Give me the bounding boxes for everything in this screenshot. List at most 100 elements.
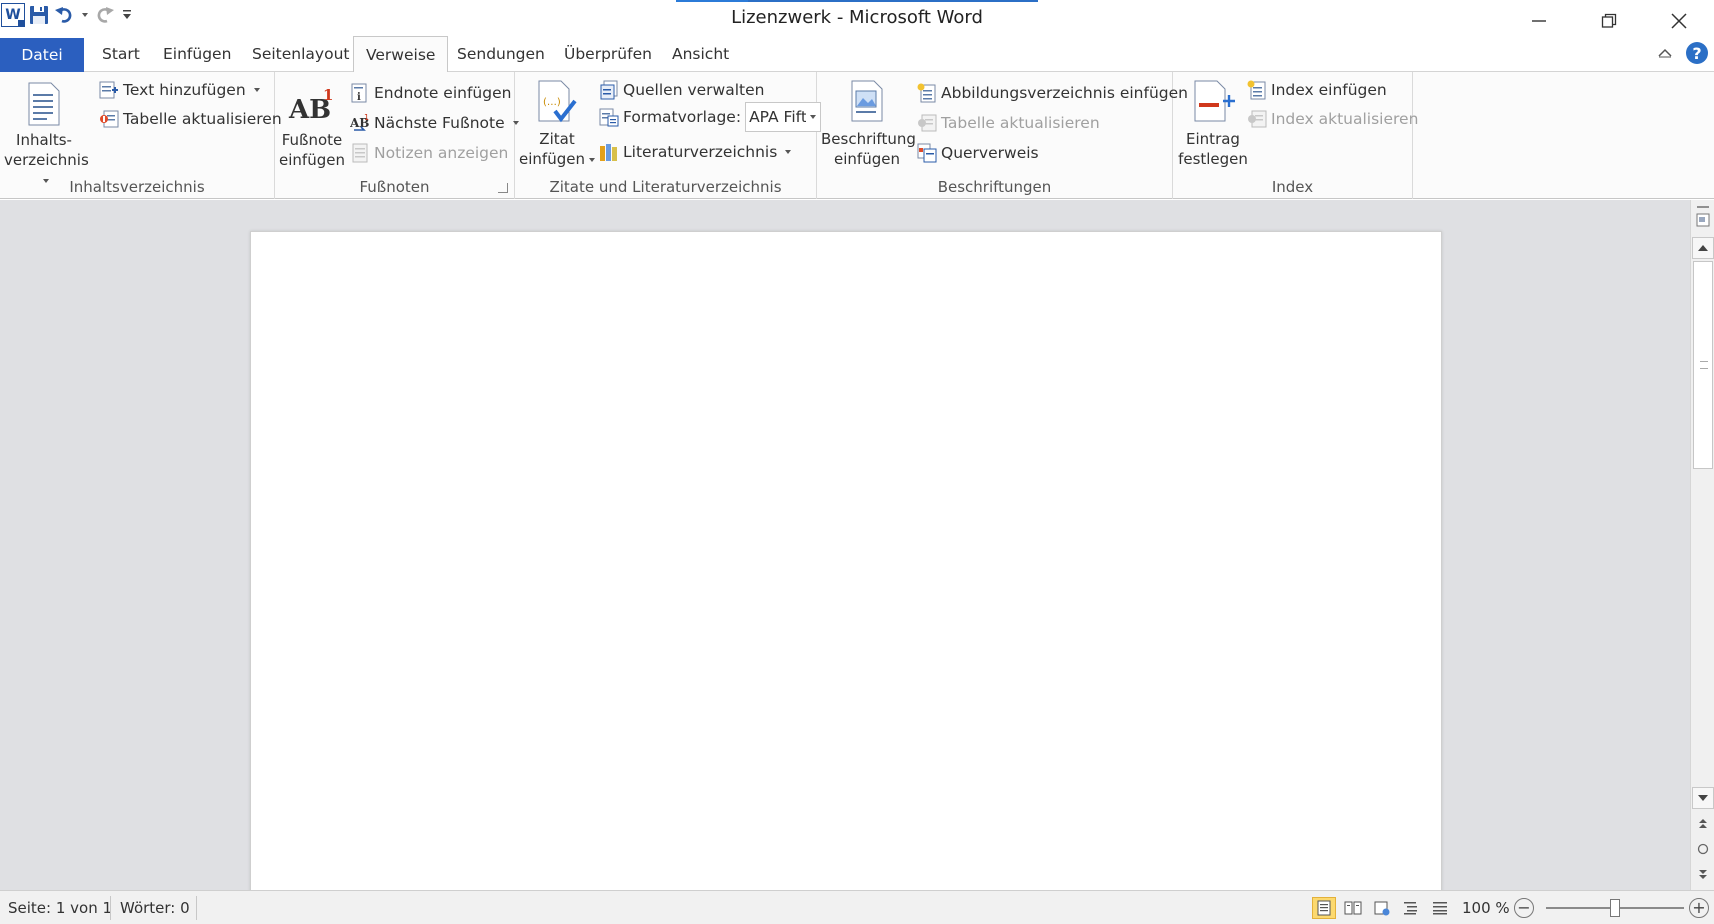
style-value: APA Fifth xyxy=(749,108,806,126)
redo-icon[interactable] xyxy=(92,0,118,30)
word-count[interactable]: Wörter: 0 xyxy=(112,891,198,924)
caption-icon xyxy=(848,79,886,125)
insert-citation-line1: Zitat xyxy=(539,130,575,148)
style-combobox[interactable]: APA Fifth xyxy=(745,102,822,132)
manage-sources-label: Quellen verwalten xyxy=(623,81,765,99)
insert-citation-dropdown-icon xyxy=(588,157,595,162)
tab-ansicht[interactable]: Ansicht xyxy=(660,36,741,72)
group-fussnoten: AB 1 Fußnote einfügen i Endnote einfügen … xyxy=(275,72,519,199)
insert-table-of-figures-label: Abbildungsverzeichnis einfügen xyxy=(941,84,1188,102)
previous-page-icon[interactable] xyxy=(1691,813,1714,835)
zoom-slider-thumb[interactable] xyxy=(1610,899,1620,917)
browse-object-icon[interactable] xyxy=(1691,838,1714,860)
status-separator xyxy=(110,896,111,920)
toc-button[interactable]: Inhalts- verzeichnis xyxy=(4,76,89,190)
style-label: Formatvorlage: xyxy=(623,108,742,126)
svg-text:1: 1 xyxy=(323,86,333,104)
insert-footnote-button[interactable]: AB 1 Fußnote einfügen xyxy=(279,76,345,170)
group-label-inhaltsverzeichnis: Inhaltsverzeichnis xyxy=(69,178,205,196)
footnote-icon: AB 1 xyxy=(287,82,337,126)
document-page[interactable] xyxy=(250,231,1442,890)
full-screen-reading-icon[interactable] xyxy=(1341,897,1365,919)
add-text-label: Text hinzufügen xyxy=(123,81,246,99)
ruler-toggle-icon[interactable] xyxy=(1693,204,1713,230)
group-beschriftungen: Beschriftung einfügen Abbildungsverzeich… xyxy=(817,72,1188,199)
draft-view-icon[interactable] xyxy=(1428,897,1452,919)
insert-endnote-label: Endnote einfügen xyxy=(374,84,512,102)
insert-caption-line2: einfügen xyxy=(834,150,900,168)
add-text-button[interactable]: Text hinzufügen xyxy=(99,77,260,103)
citation-icon: (…) xyxy=(535,79,579,125)
word-app-icon[interactable]: W xyxy=(0,0,26,30)
bibliography-label: Literaturverzeichnis xyxy=(623,143,778,161)
insert-index-label: Index einfügen xyxy=(1271,81,1387,99)
tab-seitenlayout[interactable]: Seitenlayout xyxy=(240,36,361,72)
window-title: Lizenzwerk - Microsoft Word xyxy=(731,7,983,28)
status-separator xyxy=(196,896,197,920)
title-progress-bar xyxy=(676,0,1038,2)
show-notes-button[interactable]: Notizen anzeigen xyxy=(350,140,508,166)
mark-entry-line2: festlegen xyxy=(1178,150,1248,168)
insert-citation-button[interactable]: (…) Zitat einfügen xyxy=(519,76,595,169)
update-toc-button[interactable]: Tabelle aktualisieren xyxy=(99,106,282,132)
show-notes-icon xyxy=(350,143,370,163)
scroll-down-icon[interactable] xyxy=(1692,787,1714,809)
insert-index-button[interactable]: Index einfügen xyxy=(1247,77,1387,103)
outline-view-icon[interactable] xyxy=(1399,897,1423,919)
insert-caption-button[interactable]: Beschriftung einfügen xyxy=(821,76,916,169)
add-text-dropdown-icon xyxy=(253,88,260,92)
update-toc-icon xyxy=(99,109,119,129)
toc-label-line1: Inhalts- xyxy=(16,131,72,149)
title-progress-fill xyxy=(676,0,749,2)
scroll-up-icon[interactable] xyxy=(1692,237,1714,259)
insert-endnote-button[interactable]: i Endnote einfügen xyxy=(350,80,511,106)
bibliography-icon xyxy=(599,142,619,162)
svg-text:1: 1 xyxy=(364,113,369,122)
undo-dropdown-icon[interactable] xyxy=(78,0,92,30)
group-label-beschriftungen: Beschriftungen xyxy=(937,178,1052,196)
table-of-figures-icon xyxy=(917,83,937,103)
insert-citation-line2: einfügen xyxy=(519,150,585,168)
next-page-icon[interactable] xyxy=(1691,863,1714,885)
manage-sources-icon xyxy=(599,80,619,100)
tab-datei[interactable]: Datei xyxy=(0,38,84,72)
scrollbar-thumb[interactable] xyxy=(1693,261,1713,469)
insert-table-of-figures-button[interactable]: Abbildungsverzeichnis einfügen xyxy=(917,80,1188,106)
insert-footnote-line1: Fußnote xyxy=(281,131,343,149)
tab-einfuegen[interactable]: Einfügen xyxy=(151,36,243,72)
insert-caption-line1: Beschriftung xyxy=(821,130,916,148)
vertical-scrollbar[interactable] xyxy=(1690,200,1714,890)
tab-start[interactable]: Start xyxy=(90,36,152,72)
update-toc-label: Tabelle aktualisieren xyxy=(123,110,282,128)
update-index-label: Index aktualisieren xyxy=(1271,110,1419,128)
zoom-level[interactable]: 100 % xyxy=(1454,891,1518,924)
update-index-button[interactable]: Index aktualisieren xyxy=(1247,106,1418,132)
tab-sendungen[interactable]: Sendungen xyxy=(445,36,557,72)
update-figures-table-label: Tabelle aktualisieren xyxy=(941,114,1100,132)
help-icon[interactable]: ? xyxy=(1686,42,1708,64)
save-icon[interactable] xyxy=(26,0,52,30)
page-count[interactable]: Seite: 1 von 1 xyxy=(0,891,120,924)
mark-entry-icon xyxy=(1189,79,1237,125)
print-layout-view-icon[interactable] xyxy=(1312,897,1336,919)
mark-entry-button[interactable]: Eintrag festlegen xyxy=(1175,76,1251,169)
undo-icon[interactable] xyxy=(52,0,78,30)
footnotes-dialog-launcher[interactable] xyxy=(498,183,508,193)
manage-sources-button[interactable]: Quellen verwalten xyxy=(599,77,764,103)
web-layout-icon[interactable] xyxy=(1370,897,1394,919)
insert-index-icon xyxy=(1247,80,1267,100)
cross-reference-button[interactable]: Querverweis xyxy=(917,140,1039,166)
tab-ueberpruefen[interactable]: Überprüfen xyxy=(552,36,664,72)
cross-reference-label: Querverweis xyxy=(941,144,1039,162)
bibliography-button[interactable]: Literaturverzeichnis xyxy=(599,139,792,165)
tab-verweise[interactable]: Verweise xyxy=(353,36,449,73)
zoom-in-icon[interactable]: + xyxy=(1689,898,1709,918)
update-figures-table-button[interactable]: Tabelle aktualisieren xyxy=(917,110,1100,136)
zoom-out-icon[interactable]: − xyxy=(1514,898,1534,918)
group-label-index: Index xyxy=(1271,178,1314,196)
next-footnote-button[interactable]: AB 1 Nächste Fußnote xyxy=(349,110,519,136)
group-index: Eintrag festlegen Index einfügen Index a… xyxy=(1173,72,1418,199)
collapse-ribbon-icon[interactable] xyxy=(1658,44,1672,62)
customize-qat-icon[interactable] xyxy=(118,0,136,30)
next-footnote-label: Nächste Fußnote xyxy=(374,114,505,132)
